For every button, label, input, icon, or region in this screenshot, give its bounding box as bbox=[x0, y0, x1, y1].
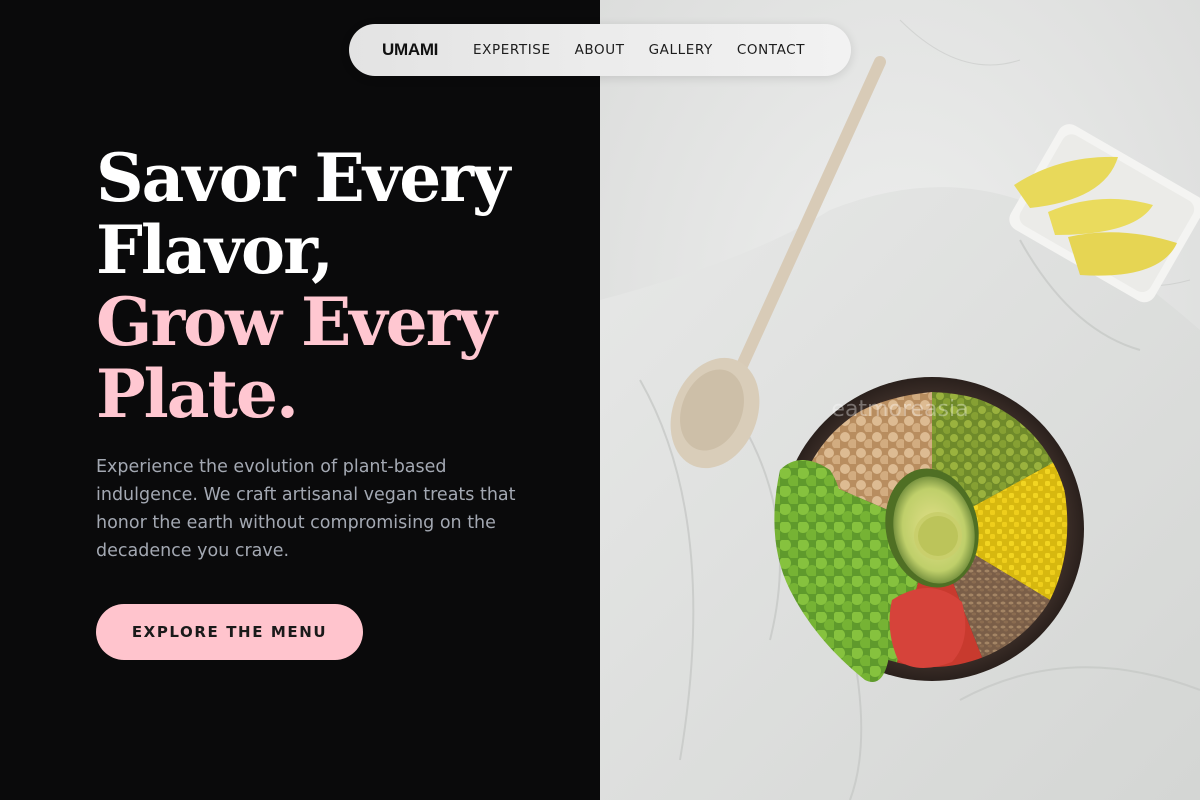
headline-line-4: Plate. bbox=[96, 355, 299, 433]
hero-image: eatmoreasia bbox=[600, 0, 1200, 800]
nav-link-contact[interactable]: CONTACT bbox=[737, 42, 805, 58]
nav-link-expertise[interactable]: EXPERTISE bbox=[473, 42, 551, 58]
hero-headline: Savor Every Flavor, Grow Every Plate. bbox=[96, 142, 576, 430]
nav-links: EXPERTISE ABOUT GALLERY CONTACT bbox=[473, 24, 805, 76]
nav-link-about[interactable]: ABOUT bbox=[575, 42, 625, 58]
top-navigation: UMAMI EXPERTISE ABOUT GALLERY CONTACT bbox=[349, 24, 851, 76]
nav-link-gallery[interactable]: GALLERY bbox=[649, 42, 713, 58]
explore-menu-label: EXPLORE THE MENU bbox=[131, 623, 328, 641]
headline-line-3: Grow Every bbox=[96, 283, 497, 361]
brand-logo[interactable]: UMAMI bbox=[382, 24, 438, 76]
explore-menu-button[interactable]: EXPLORE THE MENU bbox=[96, 604, 363, 660]
image-watermark: eatmoreasia bbox=[831, 397, 968, 422]
headline-line-1: Savor Every bbox=[96, 139, 510, 217]
food-bowl-photo: eatmoreasia bbox=[600, 0, 1200, 800]
headline-line-2: Flavor, bbox=[96, 211, 334, 289]
hero-description: Experience the evolution of plant-based … bbox=[96, 457, 516, 561]
